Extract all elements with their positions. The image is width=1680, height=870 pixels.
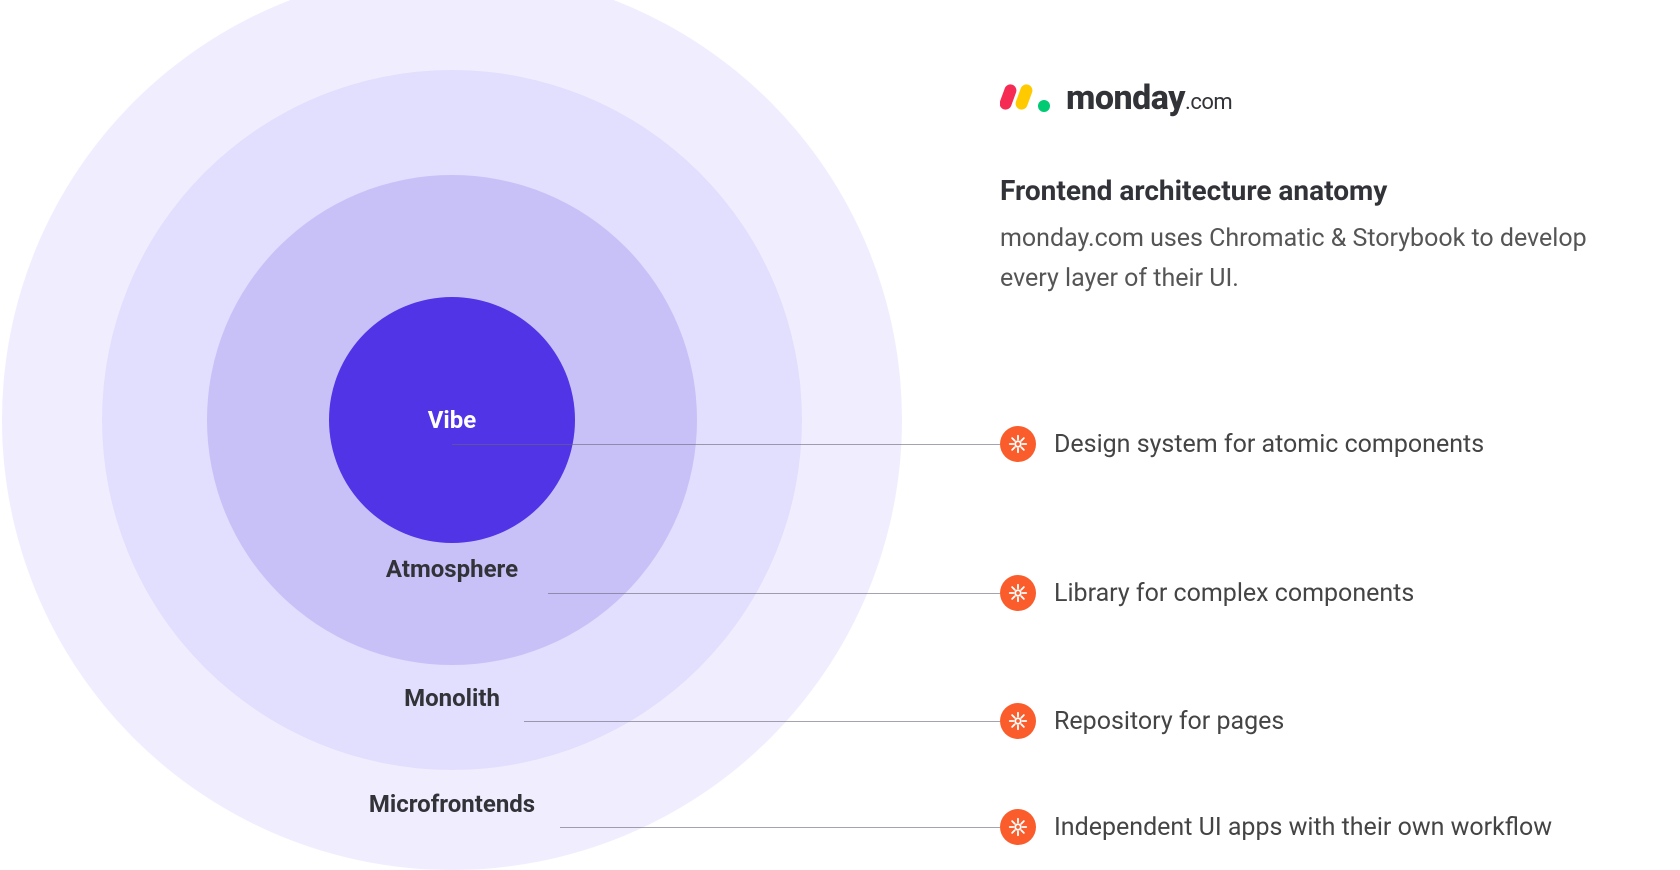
connector-monolith <box>524 721 1000 722</box>
headline-description: monday.com uses Chromatic & Storybook to… <box>1000 219 1600 299</box>
brand-suffix: .com <box>1185 90 1232 115</box>
layer-label-atmosphere: Atmosphere <box>302 555 602 583</box>
headline-title: Frontend architecture anatomy <box>1000 174 1600 207</box>
layer-item-atmosphere: Library for complex components <box>1000 575 1414 611</box>
layer-item-vibe: Design system for atomic components <box>1000 426 1484 462</box>
chromatic-icon <box>1000 575 1036 611</box>
layer-desc-atmosphere: Library for complex components <box>1054 579 1414 608</box>
layer-desc-monolith: Repository for pages <box>1054 707 1284 736</box>
layer-label-monolith: Monolith <box>302 684 602 712</box>
diagram-stage: Vibe Atmosphere Monolith Microfrontends … <box>0 0 1680 860</box>
connector-microfrontends <box>560 827 1000 828</box>
layer-desc-vibe: Design system for atomic components <box>1054 430 1484 459</box>
brand-name: monday <box>1066 78 1185 118</box>
connector-vibe <box>452 444 1000 445</box>
connector-atmosphere <box>548 593 1000 594</box>
layer-item-monolith: Repository for pages <box>1000 703 1284 739</box>
chromatic-icon <box>1000 809 1036 845</box>
headline-block: Frontend architecture anatomy monday.com… <box>1000 174 1600 299</box>
layer-label-vibe: Vibe <box>302 406 602 434</box>
layer-desc-microfrontends: Independent UI apps with their own workf… <box>1054 813 1552 842</box>
brand-logo: monday.com <box>1000 78 1232 118</box>
layer-item-microfrontends: Independent UI apps with their own workf… <box>1000 809 1552 845</box>
brand-wordmark: monday.com <box>1066 78 1232 118</box>
layer-label-microfrontends: Microfrontends <box>302 790 602 818</box>
chromatic-icon <box>1000 426 1036 462</box>
monday-logo-icon <box>1000 80 1056 116</box>
chromatic-icon <box>1000 703 1036 739</box>
